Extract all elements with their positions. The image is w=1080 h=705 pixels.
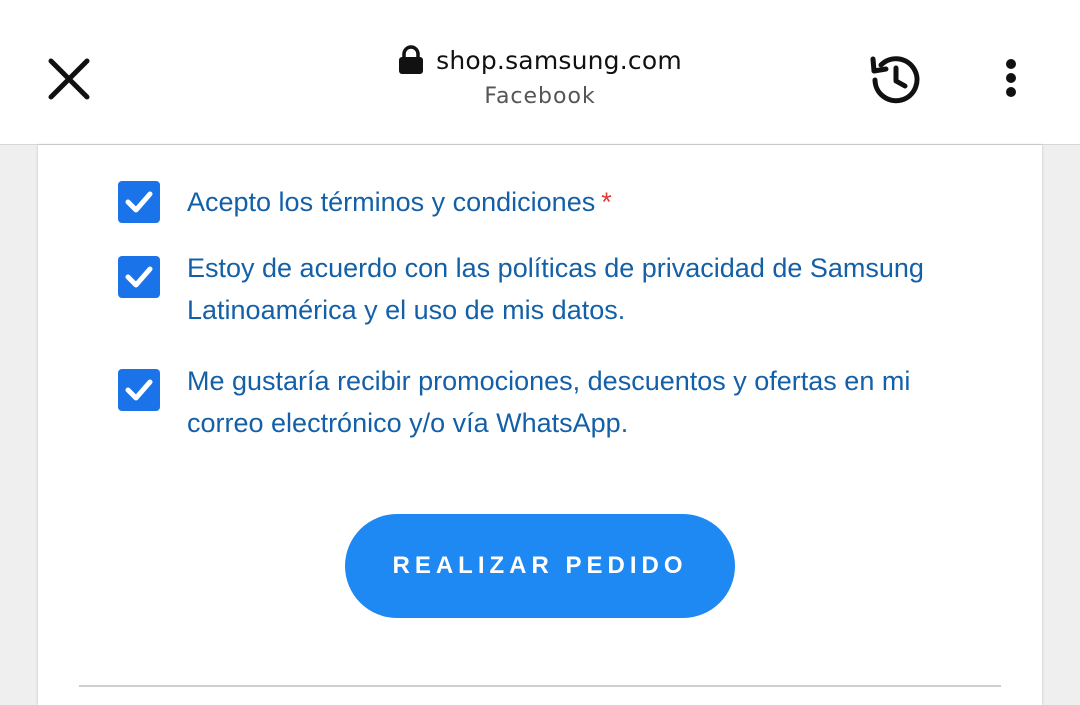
checkmark-icon bbox=[125, 266, 153, 288]
privacy-checkbox[interactable] bbox=[118, 256, 160, 298]
history-icon bbox=[870, 56, 920, 104]
terms-option: Acepto los términos y condiciones * bbox=[118, 181, 977, 223]
more-vertical-icon bbox=[1006, 59, 1016, 97]
close-icon bbox=[48, 58, 90, 100]
url-text: shop.samsung.com bbox=[436, 45, 682, 75]
menu-button[interactable] bbox=[986, 50, 1036, 106]
promotions-checkbox[interactable] bbox=[118, 369, 160, 411]
browser-toolbar: shop.samsung.com Facebook bbox=[0, 0, 1080, 145]
privacy-label: Estoy de acuerdo con las políticas de pr… bbox=[187, 253, 924, 325]
checkout-consent-card: Acepto los términos y condiciones * Estoy… bbox=[38, 145, 1042, 705]
place-order-button[interactable]: REALIZAR PEDIDO bbox=[345, 514, 735, 618]
divider bbox=[79, 685, 1001, 687]
lock-icon bbox=[399, 45, 424, 74]
terms-label: Acepto los términos y condiciones * bbox=[187, 181, 977, 223]
checkmark-icon bbox=[125, 191, 153, 213]
checkmark-icon bbox=[125, 379, 153, 401]
page-source: Facebook bbox=[484, 84, 596, 109]
url-area[interactable]: shop.samsung.com Facebook bbox=[300, 40, 780, 109]
close-button[interactable] bbox=[36, 46, 102, 112]
history-button[interactable] bbox=[858, 42, 934, 118]
required-mark: * bbox=[601, 187, 612, 217]
privacy-option: Estoy de acuerdo con las políticas de pr… bbox=[118, 247, 977, 331]
promotions-label: Me gustaría recibir promociones, descuen… bbox=[187, 366, 911, 438]
terms-checkbox[interactable] bbox=[118, 181, 160, 223]
terms-label-text: Acepto los términos y condiciones bbox=[187, 187, 596, 217]
promotions-option: Me gustaría recibir promociones, descuen… bbox=[118, 360, 977, 444]
